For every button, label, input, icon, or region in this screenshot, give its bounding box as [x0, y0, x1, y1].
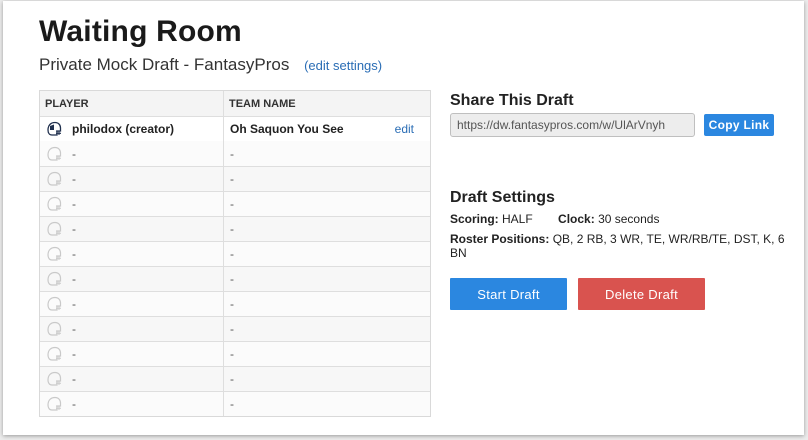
table-row: -- — [40, 216, 430, 241]
player-name: - — [72, 297, 76, 311]
team-name: - — [230, 297, 234, 311]
player-name: - — [72, 247, 76, 261]
player-name: - — [72, 372, 76, 386]
player-name: - — [72, 347, 76, 361]
team-name: - — [230, 222, 234, 236]
draft-link-input[interactable] — [450, 113, 695, 137]
football-helmet-outline-icon — [47, 171, 62, 186]
draft-settings-heading: Draft Settings — [450, 189, 555, 206]
football-helmet-outline-icon — [47, 346, 62, 361]
player-cell: - — [40, 141, 224, 166]
table-row: -- — [40, 391, 430, 416]
player-cell: - — [40, 242, 224, 266]
table-row: -- — [40, 291, 430, 316]
team-name: - — [230, 347, 234, 361]
table-row: -- — [40, 191, 430, 216]
team-name: - — [230, 172, 234, 186]
player-name: - — [72, 272, 76, 286]
scoring-clock-line: Scoring: HALF Clock: 30 seconds — [450, 212, 659, 226]
player-name: philodox (creator) — [72, 122, 175, 136]
page-subtitle: Private Mock Draft - FantasyPros (edit s… — [39, 55, 382, 75]
team-name: - — [230, 397, 234, 411]
draft-teams-table: PLAYER TEAM NAME philodox (creator) Oh S… — [39, 90, 431, 417]
table-row: -- — [40, 166, 430, 191]
clock-value: 30 seconds — [598, 212, 660, 226]
football-helmet-outline-icon — [47, 321, 62, 336]
copy-link-button[interactable]: Copy Link — [704, 114, 774, 136]
table-row: -- — [40, 266, 430, 291]
football-helmet-icon — [47, 121, 62, 136]
team-name: - — [230, 372, 234, 386]
football-helmet-outline-icon — [47, 196, 62, 211]
team-cell: Oh Saquon You See edit — [224, 117, 430, 141]
team-cell: - — [224, 292, 430, 316]
football-helmet-outline-icon — [47, 371, 62, 386]
team-cell: - — [224, 317, 430, 341]
football-helmet-outline-icon — [47, 246, 62, 261]
table-row: -- — [40, 366, 430, 391]
table-row-creator: philodox (creator) Oh Saquon You See edi… — [40, 116, 430, 141]
team-cell: - — [224, 242, 430, 266]
table-row: -- — [40, 316, 430, 341]
player-name: - — [72, 172, 76, 186]
team-cell: - — [224, 192, 430, 216]
team-cell: - — [224, 342, 430, 366]
team-name: - — [230, 146, 234, 161]
football-helmet-outline-icon — [47, 221, 62, 236]
football-helmet-outline-icon — [47, 296, 62, 311]
player-cell: philodox (creator) — [40, 117, 224, 141]
column-header-player: PLAYER — [40, 91, 224, 116]
table-header-row: PLAYER TEAM NAME — [40, 91, 430, 116]
roster-label: Roster Positions: — [450, 232, 550, 246]
football-helmet-outline-icon — [47, 271, 62, 286]
team-cell: - — [224, 217, 430, 241]
table-row: -- — [40, 341, 430, 366]
team-name: Oh Saquon You See — [230, 122, 344, 136]
team-name: - — [230, 272, 234, 286]
player-cell: - — [40, 292, 224, 316]
column-header-team-name: TEAM NAME — [229, 97, 296, 110]
player-cell: - — [40, 392, 224, 416]
delete-draft-button[interactable]: Delete Draft — [578, 278, 705, 310]
football-helmet-outline-icon — [47, 146, 62, 161]
player-cell: - — [40, 192, 224, 216]
table-row: -- — [40, 241, 430, 266]
player-cell: - — [40, 217, 224, 241]
player-cell: - — [40, 167, 224, 191]
scoring-value: HALF — [502, 212, 533, 226]
team-cell: - — [224, 141, 430, 166]
player-cell: - — [40, 342, 224, 366]
team-name: - — [230, 322, 234, 336]
share-draft-heading: Share This Draft — [450, 92, 574, 109]
team-cell: - — [224, 167, 430, 191]
start-draft-button[interactable]: Start Draft — [450, 278, 567, 310]
clock-setting: Clock: 30 seconds — [558, 212, 659, 226]
edit-team-name-link[interactable]: edit — [395, 122, 414, 136]
player-cell: - — [40, 367, 224, 391]
player-name: - — [72, 146, 76, 161]
player-cell: - — [40, 317, 224, 341]
football-helmet-outline-icon — [47, 396, 62, 411]
clock-label: Clock: — [558, 212, 595, 226]
player-name: - — [72, 322, 76, 336]
player-cell: - — [40, 267, 224, 291]
draft-name: Private Mock Draft - FantasyPros — [39, 55, 290, 74]
player-name: - — [72, 222, 76, 236]
scoring-label: Scoring: — [450, 212, 499, 226]
page-title: Waiting Room — [39, 15, 242, 48]
team-name: - — [230, 197, 234, 211]
waiting-room-window: Waiting Room Private Mock Draft - Fantas… — [3, 1, 804, 435]
edit-settings-link[interactable]: (edit settings) — [304, 58, 382, 73]
team-cell: - — [224, 267, 430, 291]
empty-slots: ---------------------- — [40, 141, 430, 416]
player-name: - — [72, 397, 76, 411]
team-cell: - — [224, 392, 430, 416]
team-cell: - — [224, 367, 430, 391]
table-row: -- — [40, 141, 430, 166]
player-name: - — [72, 197, 76, 211]
team-name: - — [230, 247, 234, 261]
roster-positions-line: Roster Positions: QB, 2 RB, 3 WR, TE, WR… — [450, 232, 804, 260]
